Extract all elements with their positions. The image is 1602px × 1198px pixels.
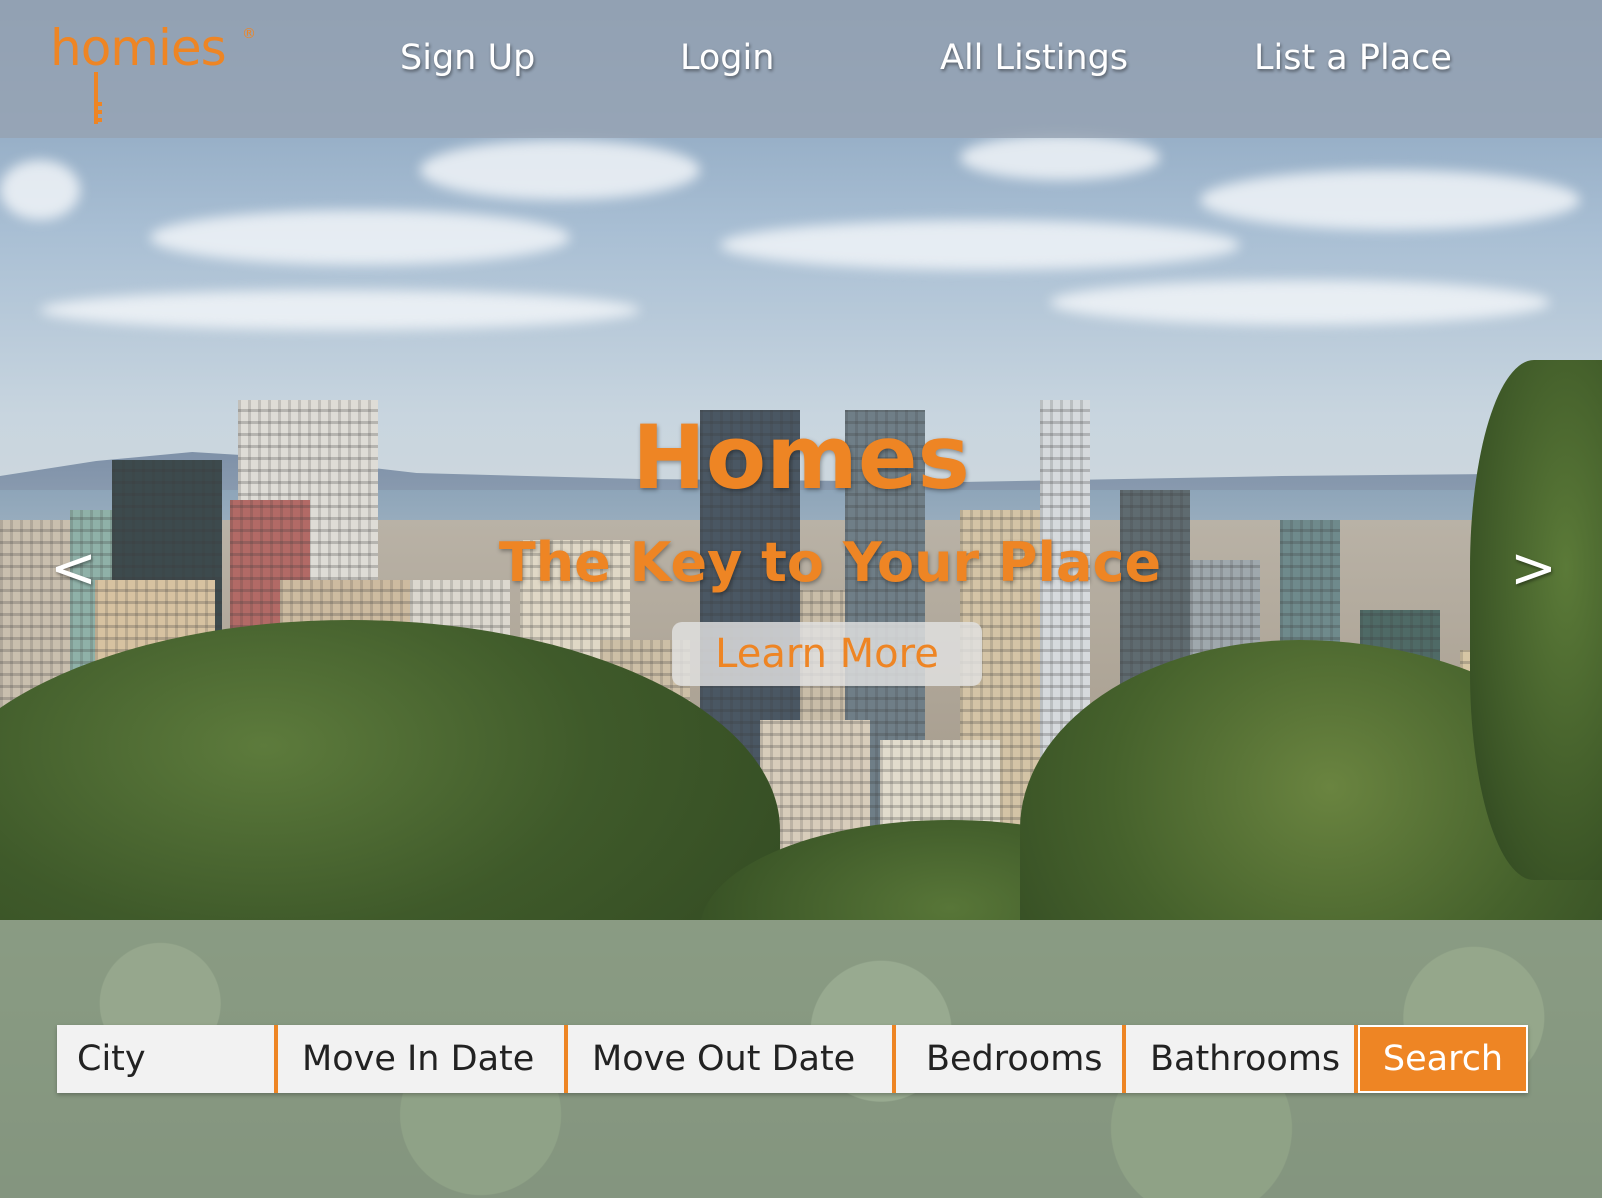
carousel-next-icon[interactable]: > bbox=[1510, 536, 1557, 601]
learn-more-button[interactable]: Learn More bbox=[672, 622, 982, 686]
nav-sign-up[interactable]: Sign Up bbox=[400, 38, 535, 78]
hero-subtitle: The Key to Your Place bbox=[498, 531, 1162, 594]
search-bar: City Move In Date Move Out Date Bedrooms… bbox=[57, 1025, 1528, 1093]
key-icon bbox=[94, 72, 102, 124]
nav-all-listings[interactable]: All Listings bbox=[940, 38, 1128, 78]
carousel-prev-icon[interactable]: < bbox=[50, 536, 97, 601]
nav-login[interactable]: Login bbox=[680, 38, 774, 78]
homies-logo[interactable]: homies ® bbox=[50, 18, 260, 124]
nav-list-a-place[interactable]: List a Place bbox=[1254, 38, 1452, 78]
bedrooms-field[interactable]: Bedrooms bbox=[896, 1025, 1126, 1093]
bathrooms-field[interactable]: Bathrooms bbox=[1126, 1025, 1358, 1093]
logo-wordmark: homies bbox=[50, 19, 227, 77]
city-field[interactable]: City bbox=[57, 1025, 278, 1093]
move-out-date-field[interactable]: Move Out Date bbox=[568, 1025, 896, 1093]
search-button[interactable]: Search bbox=[1358, 1025, 1528, 1093]
homepage: homies ® Sign Up Login All Listings List… bbox=[0, 0, 1602, 1198]
hero-title: Homes bbox=[632, 406, 970, 509]
move-in-date-field[interactable]: Move In Date bbox=[278, 1025, 568, 1093]
registered-mark: ® bbox=[242, 26, 256, 42]
